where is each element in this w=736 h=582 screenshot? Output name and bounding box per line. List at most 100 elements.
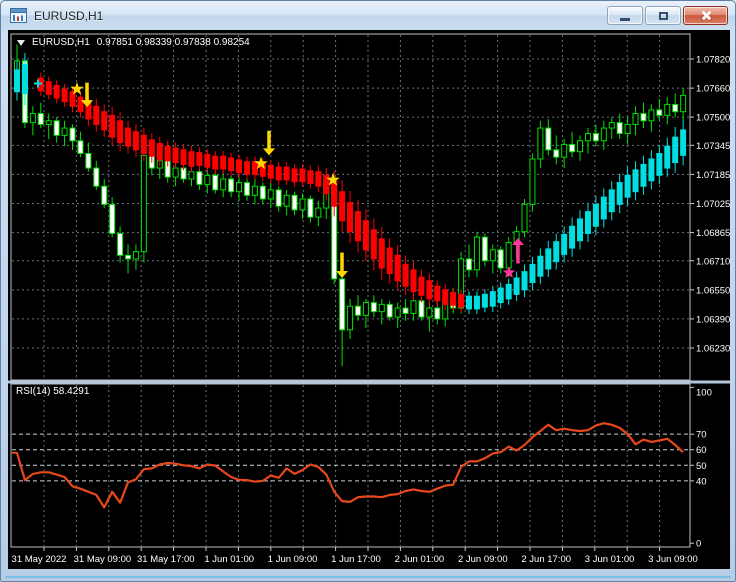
candle-body <box>236 182 243 193</box>
candle-body <box>53 120 60 136</box>
svg-text:1.07500: 1.07500 <box>696 113 730 124</box>
svg-text:31 May 09:00: 31 May 09:00 <box>74 554 132 565</box>
ha-body <box>466 295 473 310</box>
ha-body <box>53 84 60 99</box>
rsi-indicator-label: RSI(14) 58.4291 <box>16 386 90 397</box>
minimize-button[interactable] <box>607 6 643 25</box>
svg-text:3 Jun 01:00: 3 Jun 01:00 <box>585 554 635 565</box>
ha-body <box>132 131 139 151</box>
ha-body <box>212 155 219 170</box>
ha-body <box>584 211 591 234</box>
svg-text:1.06550: 1.06550 <box>696 285 730 296</box>
ha-body <box>69 91 76 107</box>
ha-body <box>243 161 250 175</box>
candle-body <box>410 300 417 314</box>
ha-body <box>656 153 663 176</box>
candle-body <box>640 113 647 122</box>
ha-body <box>545 248 552 270</box>
svg-text:70: 70 <box>696 430 707 441</box>
chart-window-icon <box>10 8 27 23</box>
candle-body <box>93 167 100 187</box>
ha-body <box>117 120 124 144</box>
svg-text:2 Jun 09:00: 2 Jun 09:00 <box>458 554 508 565</box>
candle-body <box>529 158 536 205</box>
ha-body <box>624 174 631 198</box>
candle-body <box>132 251 139 260</box>
svg-text:0: 0 <box>696 539 701 550</box>
window-frame-glow <box>5 576 731 578</box>
candle-body <box>69 127 76 142</box>
close-button[interactable] <box>683 6 728 25</box>
candle-body <box>545 127 552 151</box>
candle-body <box>251 185 258 196</box>
chart-ohlc-label: EURUSD,H1 0.97851 0.98339 0.97838 0.9825… <box>17 37 250 48</box>
ha-body <box>21 63 28 95</box>
ha-body <box>109 114 116 138</box>
ha-body <box>307 170 314 185</box>
ha-body <box>418 276 425 296</box>
candle-body <box>648 109 655 122</box>
candle-body <box>354 305 361 316</box>
chart-canvas[interactable]: 1.07820 1.07660 1.07500 1.07345 1.07185 1.070… <box>8 30 730 569</box>
ha-body <box>354 211 361 242</box>
candle-body <box>561 143 568 158</box>
panel-separator[interactable] <box>8 380 730 384</box>
candle-body <box>85 153 92 169</box>
ha-body <box>180 149 187 165</box>
candle-body <box>362 302 369 316</box>
candle-body <box>172 167 179 178</box>
ha-body <box>14 69 20 93</box>
candle-body <box>125 254 132 260</box>
candle-body <box>283 194 290 207</box>
candle-body <box>243 182 250 196</box>
ha-body <box>473 295 480 310</box>
ha-body <box>347 202 354 233</box>
svg-text:1.07345: 1.07345 <box>696 141 730 152</box>
ha-body <box>220 155 227 170</box>
ha-body <box>204 153 211 168</box>
ha-body <box>339 191 346 222</box>
ha-body <box>172 147 179 164</box>
collapse-triangle-icon[interactable] <box>17 39 25 46</box>
svg-text:60: 60 <box>696 445 707 456</box>
candle-body <box>29 113 36 124</box>
candle-body <box>140 154 147 253</box>
candle-body <box>434 307 441 320</box>
ha-body <box>77 96 84 113</box>
ha-body <box>275 166 282 181</box>
chart-client-area[interactable]: 1.07820 1.07660 1.07500 1.07345 1.07185 1.070… <box>8 30 730 569</box>
candle-body <box>196 171 203 185</box>
candle-body <box>117 232 124 256</box>
candle-body <box>204 174 211 185</box>
candle-body <box>537 127 544 160</box>
svg-text:2 Jun 17:00: 2 Jun 17:00 <box>521 554 571 565</box>
ha-body <box>505 283 512 300</box>
candle-body <box>584 133 591 142</box>
candle-body <box>600 127 607 142</box>
ha-body <box>561 233 568 255</box>
candle-body <box>402 307 409 314</box>
candle-body <box>307 198 314 218</box>
ha-body <box>386 247 393 274</box>
ha-body <box>442 289 449 305</box>
candle-body <box>497 249 504 269</box>
ha-body <box>93 105 100 125</box>
candle-body <box>426 307 433 318</box>
candle-body <box>291 194 298 211</box>
ha-body <box>101 111 108 131</box>
maximize-button[interactable] <box>645 6 681 25</box>
svg-text:2 Jun 01:00: 2 Jun 01:00 <box>395 554 445 565</box>
ha-body <box>458 293 465 308</box>
ha-body <box>402 263 409 287</box>
ha-body <box>450 292 457 306</box>
candle-body <box>315 207 322 218</box>
candle-body <box>45 120 52 125</box>
svg-text:1.06865: 1.06865 <box>696 228 730 239</box>
title-bar[interactable]: EURUSD,H1 <box>1 1 735 30</box>
ha-body <box>228 157 235 172</box>
candle-body <box>569 143 576 153</box>
candle-body <box>101 185 108 205</box>
chart-symbol-label: EURUSD,H1 <box>32 37 90 48</box>
candle-body <box>267 189 274 200</box>
candle-body <box>299 198 306 211</box>
